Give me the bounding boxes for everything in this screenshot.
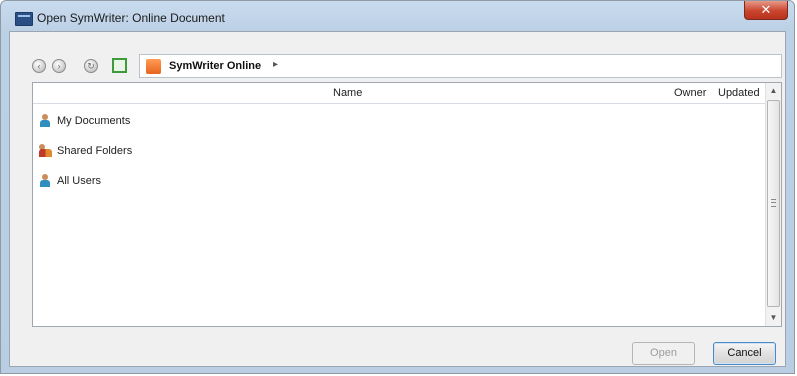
list-item-label: My Documents — [57, 115, 131, 127]
forward-arrow-icon[interactable]: › — [52, 59, 66, 73]
chevron-right-icon[interactable]: ▸ — [273, 59, 278, 70]
window-title: Open SymWriter: Online Document — [37, 11, 225, 25]
scroll-down-icon[interactable]: ▼ — [766, 310, 781, 326]
list-header: Name Owner Updated — [33, 83, 766, 104]
grip-icon — [771, 199, 776, 207]
list-item-label: All Users — [57, 175, 102, 187]
navigation-toolbar: ‹ › ↻ SymWriter Online ▸ — [32, 54, 782, 78]
user-icon — [39, 174, 51, 187]
list-item-label: Shared Folders — [57, 145, 133, 157]
dialog-window: Open SymWriter: Online Document ✕ ‹ › ↻ … — [0, 0, 795, 374]
scrollbar-thumb[interactable] — [767, 100, 780, 307]
shared-users-icon — [39, 144, 52, 157]
column-header-updated[interactable]: Updated — [718, 87, 760, 99]
title-bar[interactable]: Open SymWriter: Online Document ✕ — [1, 1, 794, 31]
scroll-up-icon[interactable]: ▲ — [766, 83, 781, 99]
home-icon[interactable] — [112, 58, 127, 73]
refresh-icon[interactable]: ↻ — [84, 59, 98, 73]
cancel-button[interactable]: Cancel — [713, 342, 776, 365]
address-location-label[interactable]: SymWriter Online — [169, 60, 261, 72]
dialog-client-area: ‹ › ↻ SymWriter Online ▸ Name Owner Upda… — [9, 31, 786, 367]
column-header-name[interactable]: Name — [333, 87, 362, 99]
close-icon: ✕ — [760, 2, 772, 17]
symwriter-online-icon — [146, 59, 161, 74]
vertical-scrollbar[interactable]: ▲ ▼ — [765, 83, 781, 326]
list-item-shared-folders[interactable]: Shared Folders — [37, 141, 437, 161]
app-icon — [15, 12, 33, 26]
close-button[interactable]: ✕ — [744, 1, 788, 20]
address-bar[interactable]: SymWriter Online ▸ — [139, 54, 782, 78]
list-item-all-users[interactable]: All Users — [37, 171, 437, 191]
user-icon — [39, 114, 51, 127]
open-button[interactable]: Open — [632, 342, 695, 365]
list-item-my-documents[interactable]: My Documents — [37, 111, 437, 131]
column-header-owner[interactable]: Owner — [674, 87, 706, 99]
back-arrow-icon[interactable]: ‹ — [32, 59, 46, 73]
file-list[interactable]: Name Owner Updated My Documents Shared F… — [32, 82, 782, 327]
